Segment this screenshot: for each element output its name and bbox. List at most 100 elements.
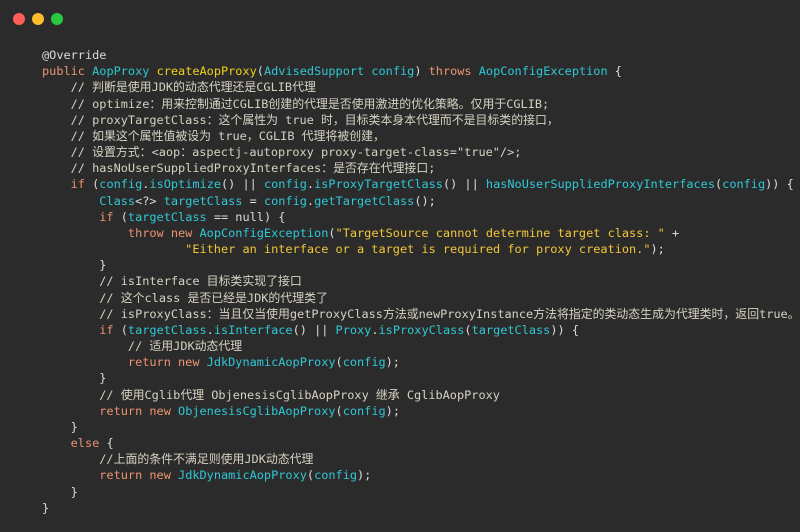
code-token: Class xyxy=(42,193,136,208)
code-token: // 判断是使用JDK的动态代理还是CGLIB代理 xyxy=(42,80,316,95)
code-token: . xyxy=(206,322,214,337)
code-token: // proxyTargetClass：这个属性为 true 时，目标类本身本代… xyxy=(42,112,559,127)
code-line: // proxyTargetClass：这个属性为 true 时，目标类本身本代… xyxy=(42,112,800,128)
code-block: @Override public AopProxy createAopProxy(… xyxy=(42,47,800,516)
code-token: AdvisedSupport config xyxy=(263,64,415,79)
code-token: config xyxy=(263,193,307,208)
code-token: ( xyxy=(306,468,315,483)
code-token: isOptimize xyxy=(149,177,222,192)
code-token: AopConfigException xyxy=(478,64,608,79)
code-token: isProxyClass xyxy=(378,322,465,337)
code-token: ); xyxy=(650,242,665,257)
close-button[interactable] xyxy=(13,13,25,25)
code-token: public xyxy=(42,64,93,79)
code-token: isInterface xyxy=(213,322,293,337)
code-token: () || xyxy=(442,177,486,192)
code-token: config xyxy=(99,177,143,192)
code-token: ); xyxy=(385,355,400,370)
code-line: } xyxy=(42,484,800,500)
code-line: return new JdkDynamicAopProxy(config); xyxy=(42,354,800,370)
code-line: if (targetClass.isInterface() || Proxy.i… xyxy=(42,322,800,338)
code-token: )) { xyxy=(550,322,579,337)
code-token: //上面的条件不满足则使用JDK动态代理 xyxy=(42,452,314,467)
code-token: throw new xyxy=(42,225,200,240)
code-token: targetClass xyxy=(471,322,551,337)
code-line: // 适用JDK动态代理 xyxy=(42,338,800,354)
code-token: } xyxy=(42,484,78,499)
code-token: hasNoUserSuppliedProxyInterfaces xyxy=(485,177,715,192)
code-token: // isProxyClass：当且仅当使用getProxyClass方法或ne… xyxy=(42,306,800,321)
code-token: ( xyxy=(256,64,264,79)
code-line: // 判断是使用JDK的动态代理还是CGLIB代理 xyxy=(42,79,800,95)
code-token: ); xyxy=(357,468,372,483)
code-token: () || xyxy=(221,177,264,192)
code-token: ( xyxy=(328,225,336,240)
code-token: // 如果这个属性值被设为 true，CGLIB 代理将被创建， xyxy=(42,128,385,143)
code-line: // optimize：用来控制通过CGLIB创建的代理是否使用激进的优化策略。… xyxy=(42,96,800,112)
code-token: config xyxy=(263,177,307,192)
code-line: return new JdkDynamicAopProxy(config); xyxy=(42,467,800,483)
code-token: "TargetSource cannot determine target cl… xyxy=(335,225,665,240)
code-token: ObjenesisCglibAopProxy xyxy=(178,403,336,418)
code-token: . xyxy=(371,322,379,337)
code-line: Class<?> targetClass = config.getTargetC… xyxy=(42,193,800,209)
code-token: config xyxy=(722,177,766,192)
code-token: ( xyxy=(120,322,128,337)
code-line: if (targetClass == null) { xyxy=(42,209,800,225)
code-token: Proxy xyxy=(335,322,372,337)
code-token: config xyxy=(342,403,386,418)
code-token: ( xyxy=(120,209,128,224)
code-line: // isInterface 目标类实现了接口 xyxy=(42,273,800,289)
code-line: else { xyxy=(42,435,800,451)
code-token: JdkDynamicAopProxy xyxy=(178,468,307,483)
code-line: "Either an interface or a target is requ… xyxy=(42,241,800,257)
code-token: "Either an interface or a target is requ… xyxy=(42,242,651,257)
code-line: // hasNoUserSuppliedProxyInterfaces：是否存在… xyxy=(42,160,800,176)
code-token: isProxyTargetClass xyxy=(314,177,443,192)
code-line: } xyxy=(42,257,800,273)
code-line: @Override xyxy=(42,47,800,63)
code-token: getTargetClass xyxy=(314,193,415,208)
minimize-button[interactable] xyxy=(32,13,44,25)
code-line: // 这个class 是否已经是JDK的代理类了 xyxy=(42,290,800,306)
code-token: AopProxy xyxy=(92,64,157,79)
code-token: } xyxy=(42,419,78,434)
code-token: config xyxy=(314,468,358,483)
code-token: } xyxy=(42,371,107,386)
code-line: public AopProxy createAopProxy(AdvisedSu… xyxy=(42,63,800,79)
zoom-button[interactable] xyxy=(51,13,63,25)
code-token: } xyxy=(42,500,50,515)
code-line: // isProxyClass：当且仅当使用getProxyClass方法或ne… xyxy=(42,306,800,322)
code-token: ( xyxy=(464,322,472,337)
code-line: // 如果这个属性值被设为 true，CGLIB 代理将被创建， xyxy=(42,128,800,144)
code-line: } xyxy=(42,370,800,386)
code-token: { xyxy=(106,436,114,451)
code-token: // 设置方式：<aop：aspectj-autoproxy proxy-tar… xyxy=(42,145,522,160)
code-token: JdkDynamicAopProxy xyxy=(206,355,336,370)
code-token: return new xyxy=(42,468,179,483)
code-token: () || xyxy=(292,322,336,337)
code-token: )) { xyxy=(765,177,794,192)
code-token: ) xyxy=(414,64,429,79)
code-token: targetClass xyxy=(163,193,243,208)
code-token: ); xyxy=(385,403,400,418)
code-token: createAopProxy xyxy=(156,64,257,79)
code-token: . xyxy=(306,193,315,208)
code-line: if (config.isOptimize() || config.isProx… xyxy=(42,176,800,192)
code-token: return new xyxy=(42,403,179,418)
code-token: { xyxy=(607,64,622,79)
code-token: @Override xyxy=(42,48,107,62)
code-line: // 使用Cglib代理 ObjenesisCglibAopProxy 继承 C… xyxy=(42,387,800,403)
code-token: // 使用Cglib代理 ObjenesisCglibAopProxy 继承 C… xyxy=(42,387,500,402)
code-token: else xyxy=(42,436,107,451)
code-line: return new ObjenesisCglibAopProxy(config… xyxy=(42,403,800,419)
code-token: } xyxy=(42,258,107,273)
code-token: if xyxy=(42,177,93,192)
code-line: //上面的条件不满足则使用JDK动态代理 xyxy=(42,451,800,467)
code-token: if xyxy=(42,322,121,337)
window-controls xyxy=(13,13,63,25)
code-token: return new xyxy=(42,355,207,370)
code-line: // 设置方式：<aop：aspectj-autoproxy proxy-tar… xyxy=(42,144,800,160)
code-token: // isInterface 目标类实现了接口 xyxy=(42,274,302,289)
code-token: = xyxy=(242,193,264,208)
